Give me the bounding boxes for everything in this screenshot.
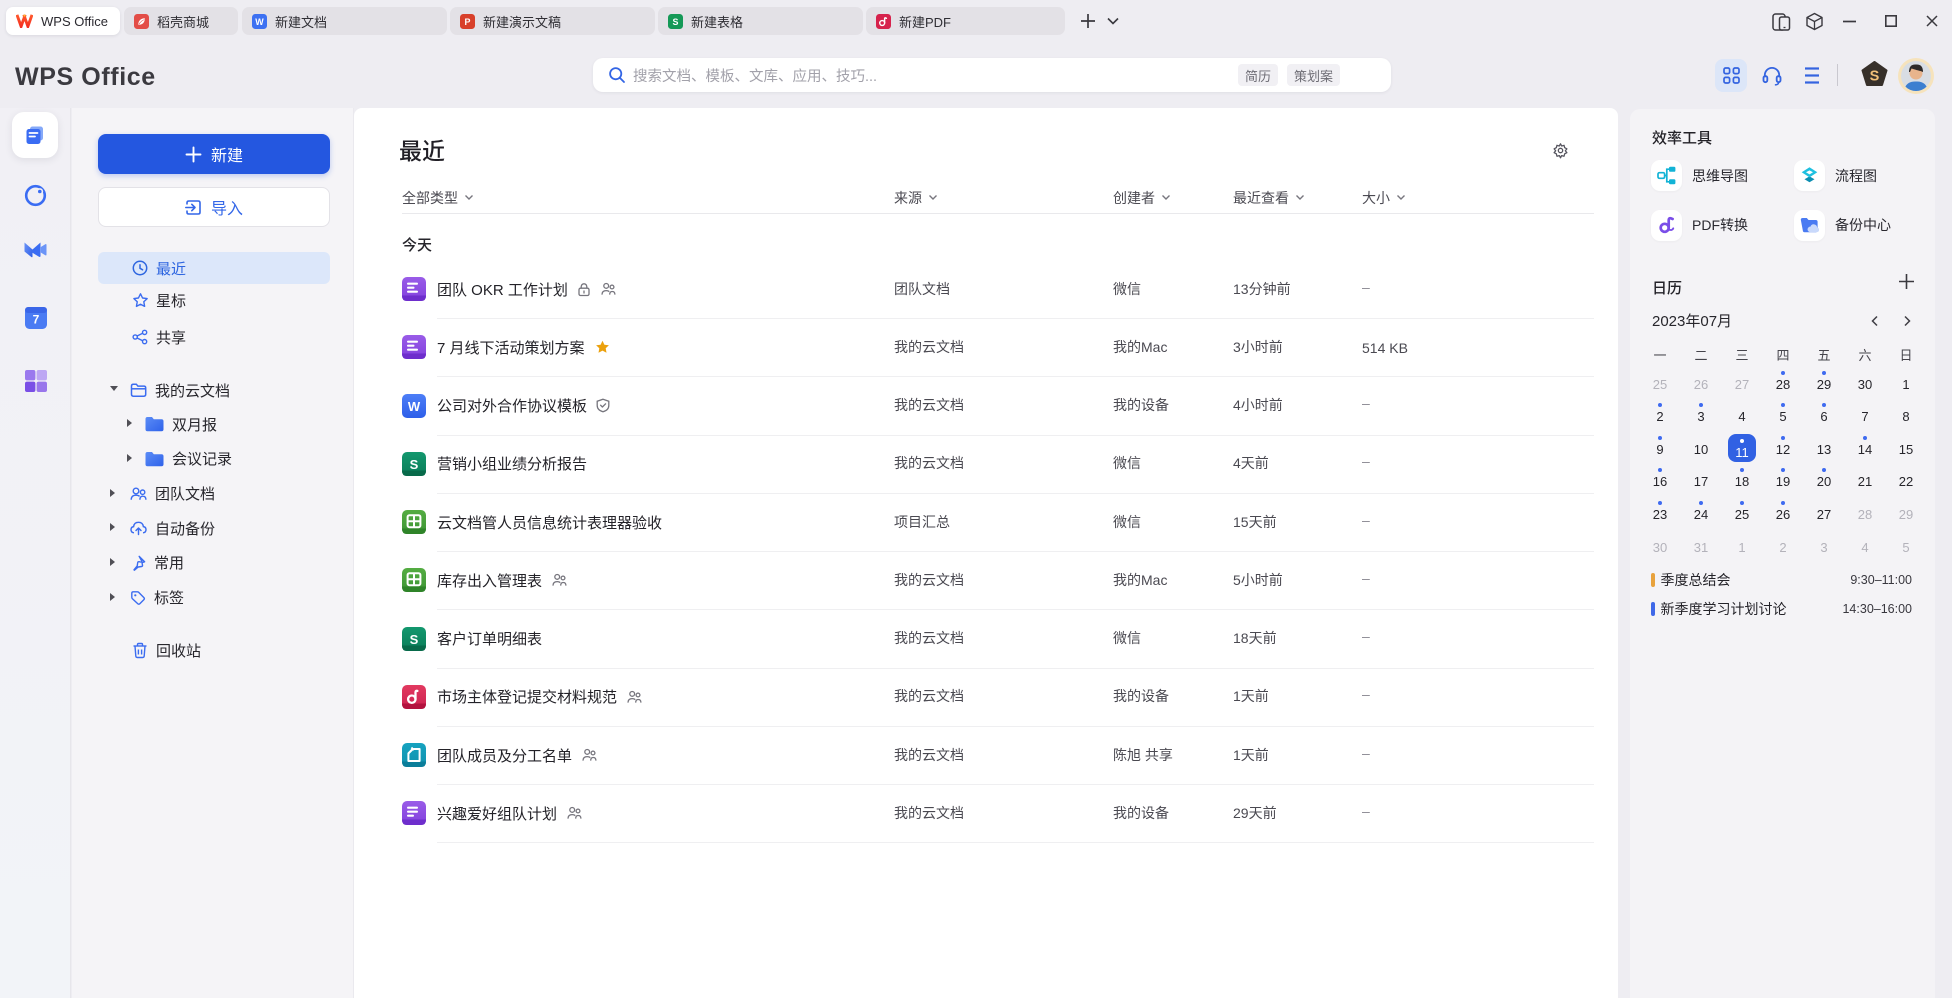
svg-text:W: W bbox=[255, 17, 264, 27]
svg-text:P: P bbox=[465, 17, 471, 27]
svg-text:7: 7 bbox=[33, 313, 40, 327]
svg-text:S: S bbox=[1870, 69, 1880, 85]
svg-text:S: S bbox=[673, 17, 679, 27]
svg-text:S: S bbox=[410, 631, 419, 646]
svg-text:S: S bbox=[410, 457, 419, 472]
svg-text:W: W bbox=[408, 399, 421, 414]
